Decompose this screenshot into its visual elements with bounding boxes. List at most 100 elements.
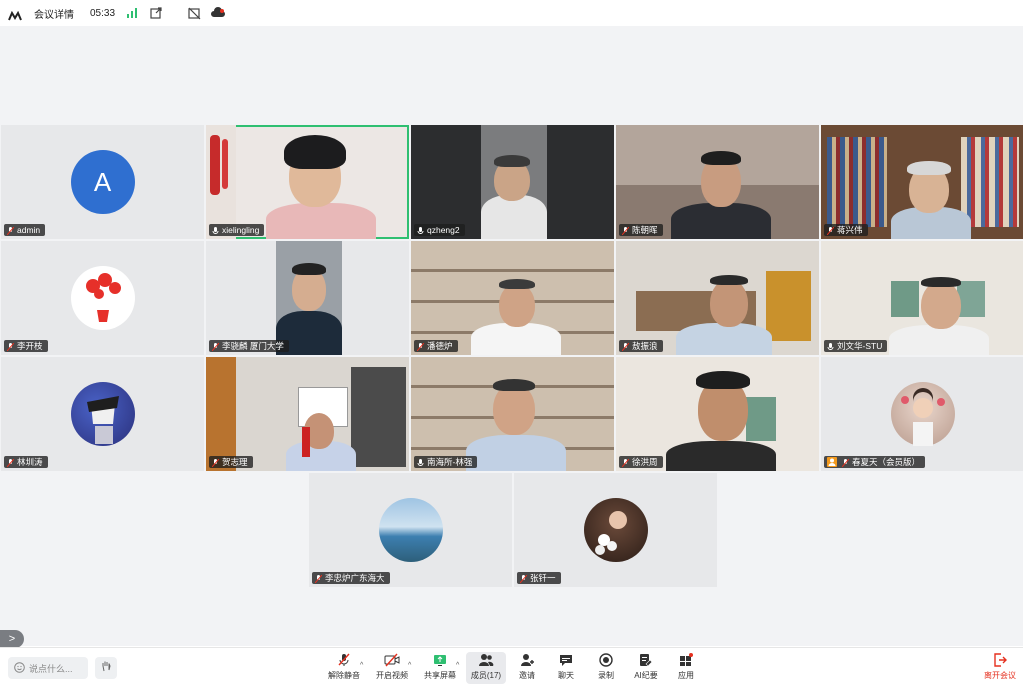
participant-tile[interactable]: 李开枝 <box>1 241 204 355</box>
participant-name: 南海所-林强 <box>427 457 473 467</box>
no-record-icon[interactable] <box>187 6 201 20</box>
participant-name: 春夏天（会员版） <box>852 457 921 467</box>
share-screen-button[interactable]: 共享屏幕 <box>420 652 460 684</box>
exit-icon <box>992 652 1008 668</box>
video-feed <box>821 125 1023 239</box>
mic-muted-icon <box>211 458 220 468</box>
mic-muted-icon <box>519 574 528 584</box>
participant-tile[interactable]: 蒋兴伟 <box>821 125 1023 239</box>
leave-label: 离开会议 <box>984 671 1016 680</box>
members-icon <box>478 652 494 668</box>
leave-meeting-button[interactable]: 离开会议 <box>980 652 1020 684</box>
participant-name-tag: qzheng2 <box>414 224 465 236</box>
participant-tile[interactable]: xielingling <box>206 125 409 239</box>
participant-tile[interactable]: qzheng2 <box>411 125 614 239</box>
share-out-icon[interactable] <box>149 6 163 20</box>
video-gallery: A admin xielingling qzheng2 陈朝晖 蒋兴伟 李开枝 … <box>0 26 1023 648</box>
toolbar-label: 邀请 <box>519 671 535 680</box>
mic-icon <box>417 226 424 234</box>
participant-tile[interactable]: 徐洪周 <box>616 357 819 471</box>
mic-muted-icon <box>621 342 630 352</box>
chat-icon <box>558 652 574 668</box>
participant-name: 敖振浪 <box>632 341 658 351</box>
mic-muted-icon <box>621 458 630 468</box>
participant-name-tag: 李忠炉广东海大 <box>312 572 390 584</box>
participant-tile[interactable]: 陈朝晖 <box>616 125 819 239</box>
audio-options-caret[interactable]: ^ <box>360 662 363 669</box>
participant-name-tag: 张钎一 <box>517 572 561 584</box>
toolbar-label: 录制 <box>598 671 614 680</box>
share-screen-icon <box>432 652 448 668</box>
participant-name-tag: admin <box>4 224 46 236</box>
meeting-details-link[interactable]: 会议详情 <box>34 6 74 21</box>
record-icon <box>598 652 614 668</box>
avatar: A <box>70 150 135 214</box>
ai-notes-icon <box>638 652 654 668</box>
collapse-panel-button[interactable]: > <box>0 630 24 648</box>
apps-button[interactable]: 应用 <box>666 652 706 684</box>
bottom-toolbar: 说点什么... 解除静音 ^ 开启视频 ^ 共享屏幕 ^ 成员(17) 邀请 聊… <box>0 647 1023 687</box>
mic-muted-icon <box>416 342 425 352</box>
host-user-icon <box>827 457 837 467</box>
record-button[interactable]: 录制 <box>586 652 626 684</box>
mic-muted-icon <box>841 458 850 468</box>
toolbar-label: 应用 <box>678 671 694 680</box>
start-video-button[interactable]: 开启视频 <box>372 652 412 684</box>
participant-name-tag: 徐洪周 <box>619 456 663 468</box>
ai-notes-button[interactable]: AI纪要 <box>626 652 666 684</box>
video-feed <box>411 241 614 355</box>
participant-tile[interactable]: 张钎一 <box>514 473 717 587</box>
participant-name: 林圳涛 <box>17 457 43 467</box>
participant-name: 张钎一 <box>530 573 556 583</box>
avatar <box>890 382 955 446</box>
participant-name-tag: 林圳涛 <box>4 456 48 468</box>
participant-tile[interactable]: 春夏天（会员版） <box>821 357 1023 471</box>
participant-tile[interactable]: A admin <box>1 125 204 239</box>
video-feed <box>616 125 819 239</box>
participant-name: admin <box>17 225 41 235</box>
avatar <box>70 382 135 446</box>
participant-name: 李骁麟 厦门大学 <box>222 341 284 351</box>
share-options-caret[interactable]: ^ <box>456 662 459 669</box>
unmute-button[interactable]: 解除静音 <box>324 652 364 684</box>
signal-icon[interactable] <box>125 6 139 20</box>
mic-muted-icon <box>211 342 220 352</box>
participant-tile[interactable]: 林圳涛 <box>1 357 204 471</box>
avatar-letter: A <box>93 167 112 197</box>
participant-tile[interactable]: 刘文华-STU <box>821 241 1023 355</box>
video-feed <box>821 241 1023 355</box>
chat-button[interactable]: 聊天 <box>546 652 586 684</box>
participant-name: qzheng2 <box>427 225 460 235</box>
participant-name-tag: 贺志理 <box>209 456 253 468</box>
participant-name-tag: 陈朝晖 <box>619 224 663 236</box>
participant-tile[interactable]: 潘德炉 <box>411 241 614 355</box>
apps-icon <box>678 652 694 668</box>
members-button[interactable]: 成员(17) <box>466 652 506 684</box>
cloud-icon[interactable] <box>211 6 226 20</box>
mic-muted-icon <box>6 458 15 468</box>
avatar <box>583 498 648 562</box>
video-feed <box>616 357 819 471</box>
participant-name-tag: 敖振浪 <box>619 340 663 352</box>
participant-name: 徐洪周 <box>632 457 658 467</box>
participant-tile[interactable]: 南海所-林强 <box>411 357 614 471</box>
video-feed <box>616 241 819 355</box>
video-options-caret[interactable]: ^ <box>408 662 411 669</box>
participant-tile[interactable]: 贺志理 <box>206 357 409 471</box>
mic-muted-icon <box>336 652 352 668</box>
smiley-icon <box>14 661 25 675</box>
participant-tile[interactable]: 敖振浪 <box>616 241 819 355</box>
mic-muted-icon <box>314 574 323 584</box>
mic-icon <box>417 458 424 466</box>
mic-muted-icon <box>621 226 630 236</box>
quick-chat-input[interactable]: 说点什么... <box>8 657 88 679</box>
participant-name-tag: 李开枝 <box>4 340 48 352</box>
participant-name: 蒋兴伟 <box>837 225 863 235</box>
participant-tile[interactable]: 李忠炉广东海大 <box>309 473 512 587</box>
raise-hand-button[interactable] <box>95 657 117 679</box>
participant-name: 李开枝 <box>17 341 43 351</box>
participant-name: 贺志理 <box>222 457 248 467</box>
participant-name-tag: xielingling <box>209 224 265 236</box>
participant-tile[interactable]: 李骁麟 厦门大学 <box>206 241 409 355</box>
invite-button[interactable]: 邀请 <box>507 652 547 684</box>
